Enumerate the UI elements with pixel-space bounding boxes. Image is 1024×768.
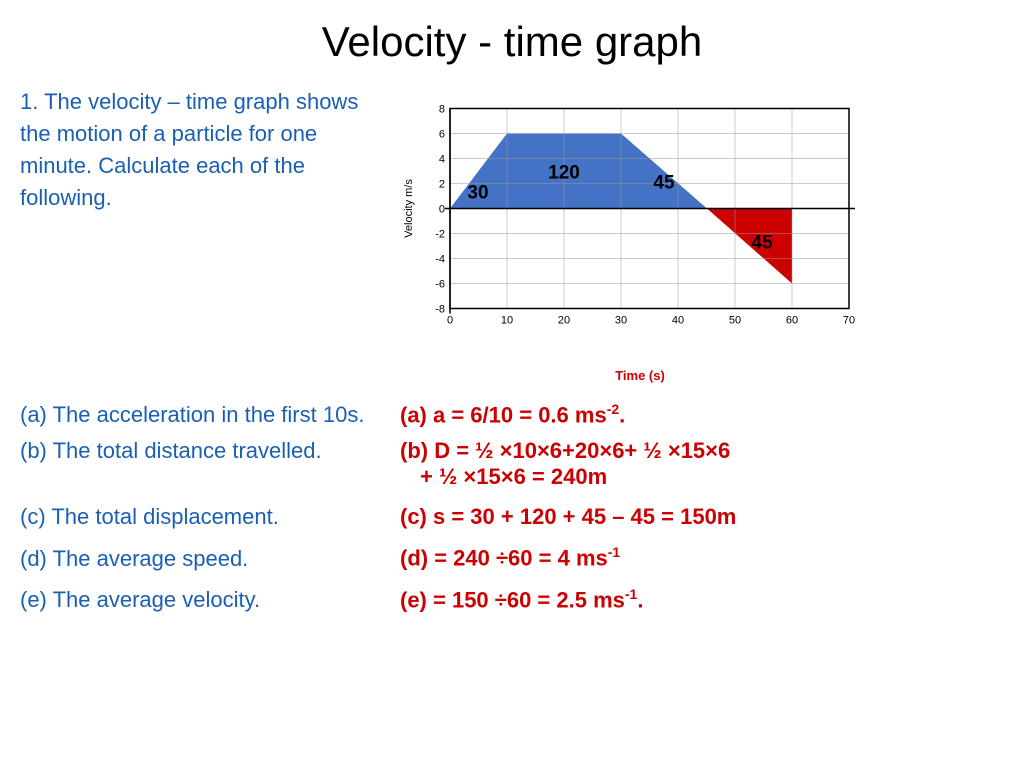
x-axis-labels: 0 10 20 30 40 50 60 70 [447,315,855,327]
question-b: (b) The total distance travelled. [20,438,400,464]
svg-text:0: 0 [439,204,445,216]
answer-b: (b) D = ½ ×10×6+20×6+ ½ ×15×6 [400,438,1004,464]
page-title: Velocity - time graph [0,0,1024,76]
svg-text:30: 30 [615,315,627,327]
description-text: 1. The velocity – time graph shows the m… [20,81,390,383]
svg-text:6: 6 [439,129,445,141]
qa-row-c: (c) The total displacement. (c) s = 30 +… [20,504,1004,530]
red-area [707,209,792,284]
qa-row-b: (b) The total distance travelled. (b) D … [20,438,1004,464]
svg-text:4: 4 [439,154,445,166]
answers-section: (a) The acceleration in the first 10s. (… [0,383,1024,613]
velocity-time-graph: 8 6 4 2 0 -2 -4 -6 -8 0 10 20 30 40 50 6… [400,81,880,361]
svg-text:8: 8 [439,104,445,116]
x-axis-label: Time (s) [450,368,830,383]
qa-row-d: (d) The average speed. (d) = 240 ÷60 = 4… [20,544,1004,571]
answer-d: (d) = 240 ÷60 = 4 ms-1 [400,544,1004,571]
svg-text:20: 20 [558,315,570,327]
red-area-label: 45 [751,233,773,254]
area-label-45: 45 [653,173,675,194]
question-d: (d) The average speed. [20,546,400,572]
qa-row-a: (a) The acceleration in the first 10s. (… [20,401,1004,428]
graph-container: 8 6 4 2 0 -2 -4 -6 -8 0 10 20 30 40 50 6… [400,81,1004,383]
question-c: (c) The total displacement. [20,504,400,530]
qa-row-e: (e) The average velocity. (e) = 150 ÷60 … [20,586,1004,613]
svg-text:-4: -4 [435,254,445,266]
svg-text:50: 50 [729,315,741,327]
svg-text:-2: -2 [435,229,445,241]
svg-text:60: 60 [786,315,798,327]
question-a: (a) The acceleration in the first 10s. [20,402,400,428]
svg-text:0: 0 [447,315,453,327]
svg-text:10: 10 [501,315,513,327]
answer-c: (c) s = 30 + 120 + 45 – 45 = 150m [400,504,1004,530]
svg-text:-6: -6 [435,279,445,291]
area-label-120: 120 [548,163,580,184]
svg-text:-8: -8 [435,304,445,316]
svg-text:70: 70 [843,315,855,327]
question-e: (e) The average velocity. [20,587,400,613]
answer-a: (a) a = 6/10 = 0.6 ms-2. [400,401,1004,428]
svg-text:40: 40 [672,315,684,327]
y-axis-labels: 8 6 4 2 0 -2 -4 -6 -8 [435,104,445,316]
area-label-30: 30 [467,183,488,204]
answer-b2: + ½ ×15×6 = 240m [420,464,984,490]
y-axis-title: Velocity m/s [403,179,415,238]
answer-e: (e) = 150 ÷60 = 2.5 ms-1. [400,586,1004,613]
svg-text:2: 2 [439,179,445,191]
